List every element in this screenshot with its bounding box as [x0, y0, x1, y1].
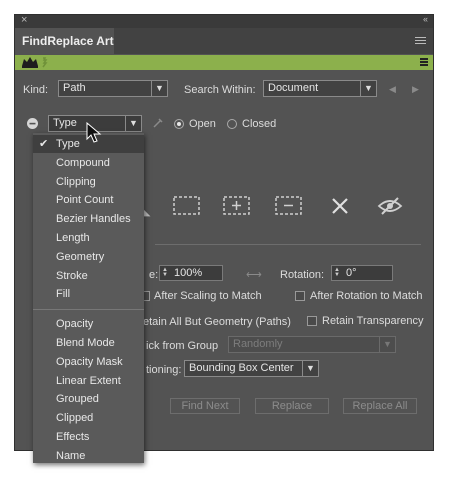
retain-transparency-checkbox[interactable]	[307, 316, 317, 326]
pick-from-group-dropdown[interactable]: Randomly ▼	[228, 336, 396, 353]
closed-label: Closed	[242, 118, 277, 130]
rotation-label: Rotation:	[280, 269, 325, 281]
menu-item-opacity-mask[interactable]: Opacity Mask	[33, 353, 144, 371]
link-icon[interactable]: ⟷	[246, 268, 262, 281]
search-within-value: Document	[268, 82, 319, 94]
hidden-eye-icon[interactable]	[377, 196, 403, 216]
menu-item-geometry[interactable]: Geometry	[33, 248, 144, 266]
chevron-down-icon: ▼	[360, 81, 376, 96]
tab-findreplace-art[interactable]: FindReplace Art	[15, 28, 114, 54]
toolbar-strip	[15, 55, 433, 70]
divider	[155, 244, 421, 245]
menu-item-label: Type	[56, 138, 80, 150]
menu-item-effects[interactable]: Effects	[33, 428, 144, 446]
menu-separator	[33, 309, 144, 311]
menu-item-opacity[interactable]: Opacity	[33, 315, 144, 333]
menu-item-bezier-handles[interactable]: Bezier Handles	[33, 210, 144, 228]
menu-item-stroke[interactable]: Stroke	[33, 267, 144, 285]
chevron-down-icon: ▼	[151, 81, 167, 96]
stepper-icon[interactable]: ▲ ▼	[162, 267, 168, 278]
menu-item-label: Compound	[56, 156, 110, 169]
kind-dropdown[interactable]: Path ▼	[58, 80, 168, 97]
prev-arrow-icon[interactable]: ◀	[389, 84, 396, 95]
hamburger-menu-icon[interactable]	[415, 37, 426, 46]
after-rotation-checkbox[interactable]	[295, 291, 305, 301]
scale-value: 100%	[174, 267, 203, 279]
menu-item-label: Name	[56, 449, 86, 462]
menu-item-label: Point Count	[56, 194, 114, 207]
search-within-dropdown[interactable]: Document ▼	[263, 80, 377, 97]
menu-item-label: Length	[56, 232, 90, 244]
checkmark-icon: ✔	[39, 138, 49, 150]
menu-item-clipped[interactable]: Clipped	[33, 409, 144, 427]
search-within-label: Search Within:	[184, 84, 256, 96]
after-rotation-label: After Rotation to Match	[310, 290, 423, 302]
positioning-dropdown[interactable]: Bounding Box Center ▼	[184, 360, 319, 377]
after-scaling-label: After Scaling to Match	[154, 290, 262, 302]
scale-label: e:	[149, 269, 159, 281]
select-add-icon[interactable]	[223, 196, 251, 216]
rotation-value: 0°	[346, 267, 357, 279]
pick-from-group-label: ick from Group	[146, 340, 219, 352]
mouse-cursor-icon	[86, 122, 102, 143]
menu-item-point-count[interactable]: Point Count	[33, 191, 144, 209]
scale-field[interactable]: ▲ ▼ 100%	[159, 265, 223, 281]
menu-item-label: Grouped	[56, 393, 99, 406]
menu-item-label: Clipping	[56, 175, 96, 188]
kind-label: Kind:	[23, 84, 49, 96]
menu-item-label: Stroke	[56, 269, 88, 282]
close-icon[interactable]: ×	[21, 14, 27, 26]
chevron-down-icon: ▼	[379, 337, 395, 352]
select-rect-icon[interactable]	[173, 196, 201, 216]
replace-button[interactable]: Replace	[255, 398, 329, 414]
retain-transparency-label: Retain Transparency	[322, 315, 424, 327]
menu-item-blend-mode[interactable]: Blend Mode	[33, 334, 144, 352]
rotation-field[interactable]: ▲ ▼ 0°	[331, 265, 393, 281]
type-dropdown-value: Type	[53, 117, 77, 129]
find-next-button[interactable]: Find Next	[170, 398, 240, 414]
menu-item-linear-extent[interactable]: Linear Extent	[33, 372, 144, 390]
open-label: Open	[189, 118, 216, 130]
menu-item-grouped[interactable]: Grouped	[33, 390, 144, 408]
replace-all-button[interactable]: Replace All	[343, 398, 417, 414]
menu-item-compound[interactable]: Compound	[33, 154, 144, 172]
stepper-icon[interactable]: ▲ ▼	[334, 267, 340, 278]
x-icon[interactable]	[331, 197, 349, 215]
panel-title-bar: × ‹‹	[15, 14, 433, 28]
closed-radio[interactable]	[227, 119, 237, 129]
menu-item-label: Bezier Handles	[56, 213, 131, 226]
kind-value: Path	[63, 82, 86, 94]
crown-icon[interactable]	[21, 56, 51, 68]
menu-item-clipping[interactable]: Clipping	[33, 173, 144, 191]
menu-item-label: Fill	[56, 288, 71, 301]
menu-item-name[interactable]: Name	[33, 447, 144, 465]
chevron-down-icon: ▼	[302, 361, 318, 376]
strip-menu-icon[interactable]	[420, 58, 428, 67]
next-arrow-icon[interactable]: ▶	[412, 84, 419, 95]
open-radio[interactable]	[174, 119, 184, 129]
menu-item-label: Blend Mode	[56, 337, 115, 349]
menu-item-label: Effects	[56, 431, 90, 443]
eyedropper-icon[interactable]	[152, 117, 164, 129]
positioning-label: tioning:	[146, 364, 182, 376]
menu-item-label: Geometry	[56, 250, 105, 263]
chevron-down-icon: ▼	[125, 116, 141, 131]
pick-from-group-value: Randomly	[233, 338, 283, 350]
select-subtract-icon[interactable]	[275, 196, 303, 216]
menu-item-label: Opacity Mask	[56, 355, 123, 368]
menu-item-fill[interactable]: Fill	[33, 285, 144, 303]
menu-item-label: Linear Extent	[56, 374, 121, 387]
menu-item-length[interactable]: Length	[33, 229, 144, 247]
minus-circle-icon[interactable]	[27, 118, 38, 129]
type-dropdown-menu: ✔ Type Compound Clipping Point Count Bezier H…	[33, 133, 144, 463]
positioning-value: Bounding Box Center	[189, 362, 294, 374]
menu-item-label: Opacity	[56, 318, 94, 331]
collapse-icon[interactable]: ‹‹	[423, 14, 428, 24]
retain-geometry-label: etain All But Geometry (Paths)	[143, 316, 291, 328]
tab-bar: FindReplace Art	[15, 28, 433, 54]
menu-item-label: Clipped	[56, 412, 94, 425]
